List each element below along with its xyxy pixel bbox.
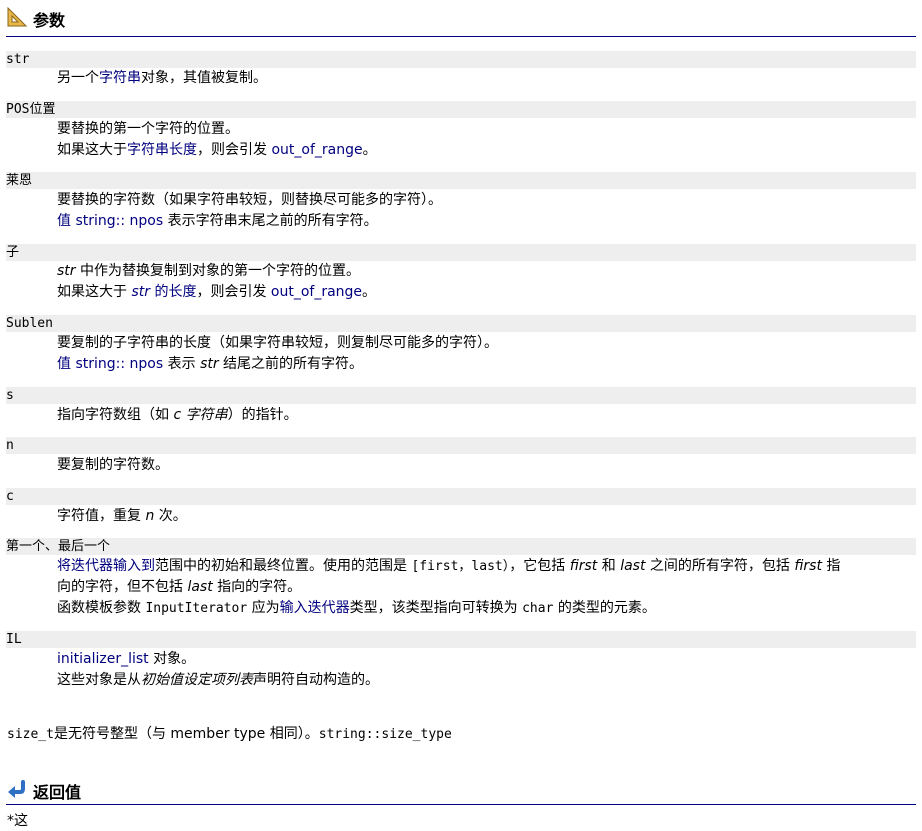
text: 向的字符，但不包括	[57, 579, 188, 595]
param-desc-pos: 要替换的第一个字符的位置。 如果这大于字符串长度，则会引发 out_of_ran…	[57, 119, 913, 161]
text: 是无符号整型（与 member type 相同）。	[53, 726, 319, 742]
text: str	[200, 356, 219, 372]
text: InputIterator	[145, 601, 248, 616]
return-title: 返回值	[33, 783, 82, 802]
text: string::size_type	[318, 727, 452, 742]
text: 中作为替换复制到对象的第一个字符的位置。	[75, 263, 360, 279]
param-term-first-last: 第一个、最后一个	[6, 538, 916, 555]
text: 对象，其值被复制。	[141, 70, 267, 86]
param-desc-subpos: str 中作为替换复制到对象的第一个字符的位置。 如果这大于 str 的长度，则…	[57, 261, 913, 303]
param-desc-sublen: 要复制的子字符串的长度（如果字符串较短，则复制尽可能多的字符）。 值 strin…	[57, 333, 913, 375]
param-term-len: 莱恩	[6, 172, 916, 189]
text: 。	[362, 284, 377, 300]
params-section-header: 参数	[6, 6, 916, 37]
text: str	[131, 284, 150, 300]
param-term-pos: POS位置	[6, 101, 916, 118]
size-type-note: size_t是无符号整型（与 member type 相同）。string::s…	[7, 724, 452, 745]
text: 指向的字符。	[212, 579, 302, 595]
npos-link[interactable]: 值 string:: npos	[57, 356, 163, 372]
param-desc-n: 要复制的字符数。	[57, 457, 169, 473]
param-term-subpos: 子	[6, 244, 916, 261]
params-title: 参数	[33, 11, 66, 30]
text: 和	[597, 558, 621, 574]
param-desc-len: 要替换的字符数（如果字符串较短，则替换尽可能多的字符）。 值 string:: …	[57, 190, 913, 232]
text: 字符值，重复	[57, 508, 146, 524]
input-iterator-link[interactable]: 输入迭代器	[280, 600, 350, 616]
text: 之间的所有字符，包括	[645, 558, 795, 574]
text: ）的指针。	[227, 407, 298, 423]
param-term-str: str	[6, 51, 916, 68]
text: 指向字符数组（如	[57, 407, 174, 423]
text: last	[620, 558, 646, 574]
text: first	[569, 558, 598, 574]
input-iterator-link[interactable]: 将迭代器输入到	[57, 558, 155, 574]
text: ，它包括	[509, 558, 570, 574]
text: last	[187, 579, 213, 595]
text: first	[794, 558, 822, 574]
param-desc-str: 另一个字符串对象，其值被复制。	[57, 68, 913, 89]
param-term-s: s	[6, 387, 916, 404]
text: char	[522, 601, 554, 616]
param-desc-il: initializer_list 对象。 这些对象是从初始值设定项列表声明符自动…	[57, 649, 913, 691]
text: ，则会引发	[197, 142, 272, 158]
triangle-ruler-icon	[7, 7, 27, 27]
text: ，则会引发	[196, 284, 271, 300]
text: 这些对象是从	[57, 672, 141, 688]
text: 。	[362, 142, 377, 158]
text: size_t	[7, 727, 54, 742]
text: 应为	[247, 600, 280, 616]
text: n	[145, 508, 155, 524]
string-link[interactable]: 字符串	[99, 70, 141, 86]
string-length-link[interactable]: 字符串长度	[127, 142, 197, 158]
text: 表示	[163, 356, 201, 372]
param-desc-first-last: 将迭代器输入到范围中的初始和最终位置。使用的范围是 [first，last），它…	[57, 556, 913, 619]
text: 要复制的子字符串的长度（如果字符串较短，则复制尽可能多的字符）。	[57, 335, 498, 351]
npos-link[interactable]: 值 string:: npos	[57, 213, 163, 229]
return-section-header: 返回值	[6, 778, 916, 805]
text: 要替换的第一个字符的位置。	[57, 121, 239, 137]
text: 表示字符串末尾之前的所有字符。	[163, 213, 378, 229]
text: 对象。	[148, 651, 196, 667]
text: 初始值设定项列表	[141, 672, 253, 688]
length-link[interactable]: 的长度	[150, 284, 196, 300]
text: 范围中的初始和最终位置。使用的范围是	[155, 558, 412, 574]
return-value-text: *这	[7, 813, 28, 829]
text: str	[57, 263, 76, 279]
text: 次。	[154, 508, 187, 524]
return-arrow-icon	[8, 780, 25, 798]
param-term-n: n	[6, 437, 916, 454]
out-of-range-link[interactable]: out_of_range	[271, 142, 362, 158]
text: 指	[821, 558, 841, 574]
text: [first，last）	[411, 559, 510, 574]
param-desc-c: 字符值，重复 n 次。	[57, 506, 913, 527]
text: 类型，该类型指向可转换为	[349, 600, 523, 616]
text: c 字符串	[173, 407, 228, 423]
text: 结尾之前的所有字符。	[218, 356, 364, 372]
text: 声明符自动构造的。	[253, 672, 379, 688]
text: 如果这大于	[57, 142, 127, 158]
text: 要替换的字符数（如果字符串较短，则替换尽可能多的字符）。	[57, 192, 442, 208]
out-of-range-link[interactable]: out_of_range	[271, 284, 362, 300]
param-term-sublen: Sublen	[6, 315, 916, 332]
text: 另一个	[57, 70, 99, 86]
initializer-list-link[interactable]: initializer_list	[57, 651, 149, 667]
text: 的类型的元素。	[553, 600, 656, 616]
param-term-il: IL	[6, 631, 916, 648]
param-desc-s: 指向字符数组（如 c 字符串）的指针。	[57, 405, 913, 426]
text: 如果这大于	[57, 284, 132, 300]
param-term-c: c	[6, 488, 916, 505]
text: 函数模板参数	[57, 600, 146, 616]
